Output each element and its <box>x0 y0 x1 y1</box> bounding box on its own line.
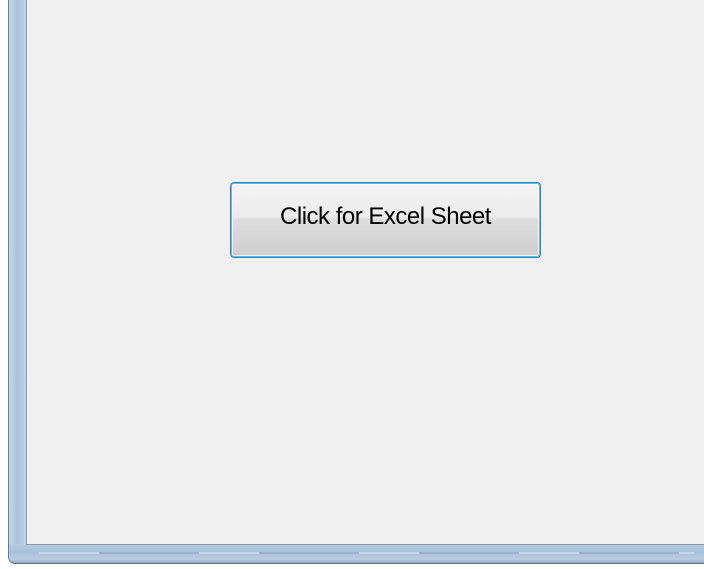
excel-sheet-button-label: Click for Excel Sheet <box>280 203 491 230</box>
window-frame: Click for Excel Sheet <box>8 0 704 564</box>
form-client-area: Click for Excel Sheet <box>26 0 704 545</box>
excel-sheet-button[interactable]: Click for Excel Sheet <box>230 182 541 258</box>
window-bottom-border[interactable] <box>9 544 704 563</box>
